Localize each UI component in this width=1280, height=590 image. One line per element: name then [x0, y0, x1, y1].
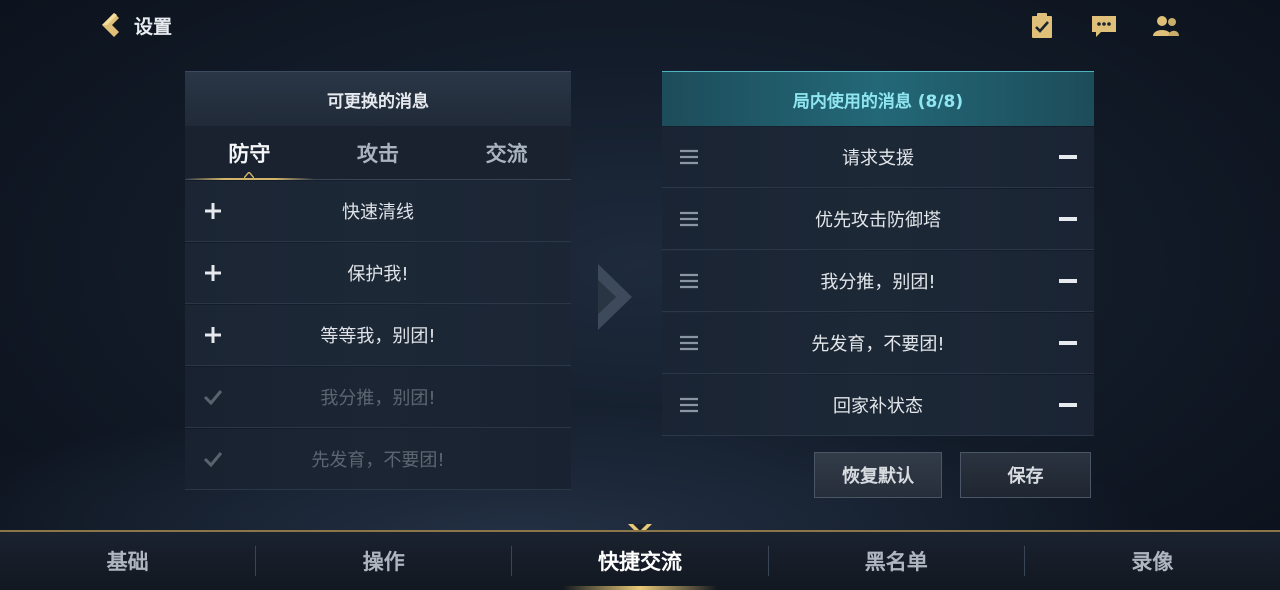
clipboard-check-icon[interactable] [1028, 12, 1056, 40]
save-button[interactable]: 保存 [960, 452, 1091, 498]
nav-replays[interactable]: 录像 [1025, 532, 1280, 590]
bottom-nav: 基础 操作 快捷交流 黑名单 录像 [0, 530, 1280, 590]
checkmark-icon [203, 387, 223, 407]
in-game-messages-panel: 局内使用的消息 (8/8) 请求支援 优先攻击防御塔 我分推，别团! 先发育，不… [662, 71, 1094, 436]
top-icon-bar [1028, 12, 1180, 40]
remove-icon[interactable] [1058, 395, 1078, 415]
back-chevron-icon [102, 13, 119, 37]
nav-blacklist[interactable]: 黑名单 [769, 532, 1024, 590]
nav-replays-label: 录像 [1131, 550, 1174, 574]
selected-message-text: 先发育，不要团! [811, 334, 945, 355]
selected-message-row[interactable]: 先发育，不要团! [662, 313, 1094, 374]
nav-basic[interactable]: 基础 [0, 532, 255, 590]
message-option-text: 等等我，别团! [320, 326, 436, 347]
selected-message-text: 我分推，别团! [820, 272, 936, 293]
nav-quick-chat-label: 快捷交流 [598, 550, 682, 574]
selected-message-row[interactable]: 优先攻击防御塔 [662, 189, 1094, 250]
message-option-row-used: 我分推，别团! [185, 367, 571, 428]
message-option-text: 快速清线 [342, 202, 414, 223]
message-option-row[interactable]: 快速清线 [185, 181, 571, 242]
selected-message-text: 回家补状态 [833, 396, 923, 417]
drag-handle-icon[interactable] [680, 335, 698, 351]
add-icon[interactable] [203, 201, 223, 221]
chat-bubble-icon[interactable] [1090, 12, 1118, 40]
message-option-row[interactable]: 等等我，别团! [185, 305, 571, 366]
remove-icon[interactable] [1058, 209, 1078, 229]
add-icon[interactable] [203, 325, 223, 345]
transfer-arrow-icon [598, 264, 632, 330]
nav-controls[interactable]: 操作 [256, 532, 511, 590]
nav-controls-label: 操作 [362, 550, 405, 574]
drag-handle-icon[interactable] [680, 273, 698, 289]
selected-message-text: 优先攻击防御塔 [815, 210, 941, 231]
tab-communication[interactable]: 交流 [442, 126, 571, 179]
selected-message-text: 请求支援 [842, 148, 914, 169]
tab-attack-label: 攻击 [357, 141, 399, 166]
selected-message-row[interactable]: 回家补状态 [662, 375, 1094, 436]
nav-basic-label: 基础 [106, 550, 149, 574]
message-option-text: 保护我! [347, 264, 409, 285]
message-option-row-used: 先发育，不要团! [185, 429, 571, 490]
message-option-text: 我分推，别团! [320, 388, 436, 409]
message-option-row[interactable]: 保护我! [185, 243, 571, 304]
active-tab-caret-icon [244, 172, 255, 178]
page-title: 设置 [134, 15, 173, 38]
tab-attack[interactable]: 攻击 [314, 126, 443, 179]
category-tabs: 防守 攻击 交流 [185, 126, 571, 180]
drag-handle-icon[interactable] [680, 397, 698, 413]
remove-icon[interactable] [1058, 333, 1078, 353]
checkmark-icon [203, 449, 223, 469]
tab-defense-label: 防守 [228, 141, 271, 166]
tab-defense[interactable]: 防守 [185, 126, 314, 180]
drag-handle-icon[interactable] [680, 149, 698, 165]
left-panel-title: 可更换的消息 [185, 71, 571, 126]
message-option-text: 先发育，不要团! [311, 450, 445, 471]
nav-blacklist-label: 黑名单 [864, 550, 928, 574]
add-icon[interactable] [203, 263, 223, 283]
tab-communication-label: 交流 [485, 141, 528, 166]
remove-icon[interactable] [1058, 271, 1078, 291]
nav-quick-chat[interactable]: 快捷交流 [512, 532, 767, 590]
right-panel-title: 局内使用的消息 (8/8) [662, 71, 1094, 126]
drag-handle-icon[interactable] [680, 211, 698, 227]
restore-default-button[interactable]: 恢复默认 [814, 452, 942, 498]
back-button[interactable]: 设置 [96, 10, 172, 40]
friends-icon[interactable] [1152, 12, 1180, 40]
selected-message-row[interactable]: 请求支援 [662, 127, 1094, 188]
replaceable-messages-panel: 可更换的消息 防守 攻击 交流 快速清线 保护我! 等等我，别团! 我分推，别团… [185, 71, 571, 490]
remove-icon[interactable] [1058, 147, 1078, 167]
selected-message-row[interactable]: 我分推，别团! [662, 251, 1094, 312]
